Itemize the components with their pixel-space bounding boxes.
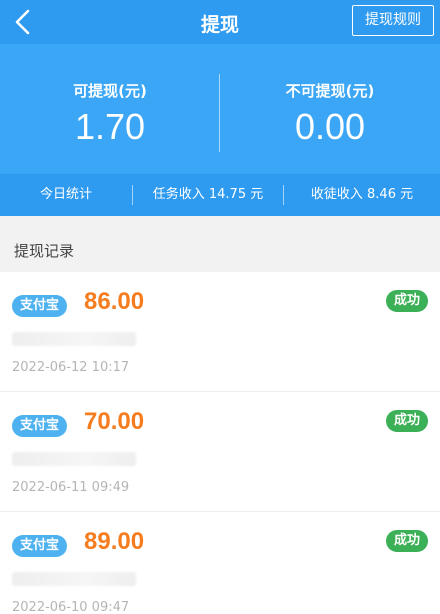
- record-amount: 89.00: [84, 528, 145, 555]
- withdraw-rules-button[interactable]: 提现规则: [352, 5, 434, 36]
- record-time: 2022-06-12 10:17: [12, 360, 130, 375]
- record-time: 2022-06-11 09:49: [12, 480, 130, 495]
- withdrawable-block: 可提现(元) 1.70: [0, 44, 220, 174]
- balance-summary: 可提现(元) 1.70 不可提现(元) 0.00: [0, 44, 440, 174]
- non-withdrawable-label: 不可提现(元): [285, 82, 375, 100]
- apprentice-income: 收徒收入 8.46 元: [310, 187, 414, 202]
- status-badge: 成功: [385, 290, 428, 312]
- top-nav-bar: 提现 提现规则: [0, 0, 440, 44]
- withdraw-record[interactable]: 支付宝 86.00 成功 2022-06-12 10:17: [0, 272, 440, 392]
- withdrawable-label: 可提现(元): [73, 82, 147, 100]
- record-time: 2022-06-10 09:47: [12, 600, 130, 614]
- payment-method-badge: 支付宝: [12, 535, 68, 557]
- status-badge: 成功: [385, 410, 428, 432]
- withdraw-record[interactable]: 支付宝 89.00 成功 2022-06-10 09:47: [0, 512, 440, 614]
- stats-bar: 今日统计 任务收入 14.75 元 收徒收入 8.46 元: [0, 174, 440, 216]
- non-withdrawable-amount: 0.00: [294, 106, 366, 147]
- masked-account: [12, 452, 136, 466]
- payment-method-badge: 支付宝: [12, 415, 68, 437]
- records-section-title: 提现记录: [14, 242, 75, 260]
- record-amount: 70.00: [84, 408, 145, 435]
- record-amount: 86.00: [84, 288, 145, 315]
- masked-account: [12, 332, 136, 346]
- status-badge: 成功: [385, 530, 428, 552]
- withdrawable-amount: 1.70: [74, 106, 146, 147]
- task-income: 任务收入 14.75 元: [152, 187, 264, 202]
- masked-account: [12, 572, 136, 586]
- today-stats-label: 今日统计: [39, 187, 92, 202]
- payment-method-badge: 支付宝: [12, 295, 68, 317]
- withdraw-record[interactable]: 支付宝 70.00 成功 2022-06-11 09:49: [0, 392, 440, 512]
- non-withdrawable-block: 不可提现(元) 0.00: [220, 44, 440, 174]
